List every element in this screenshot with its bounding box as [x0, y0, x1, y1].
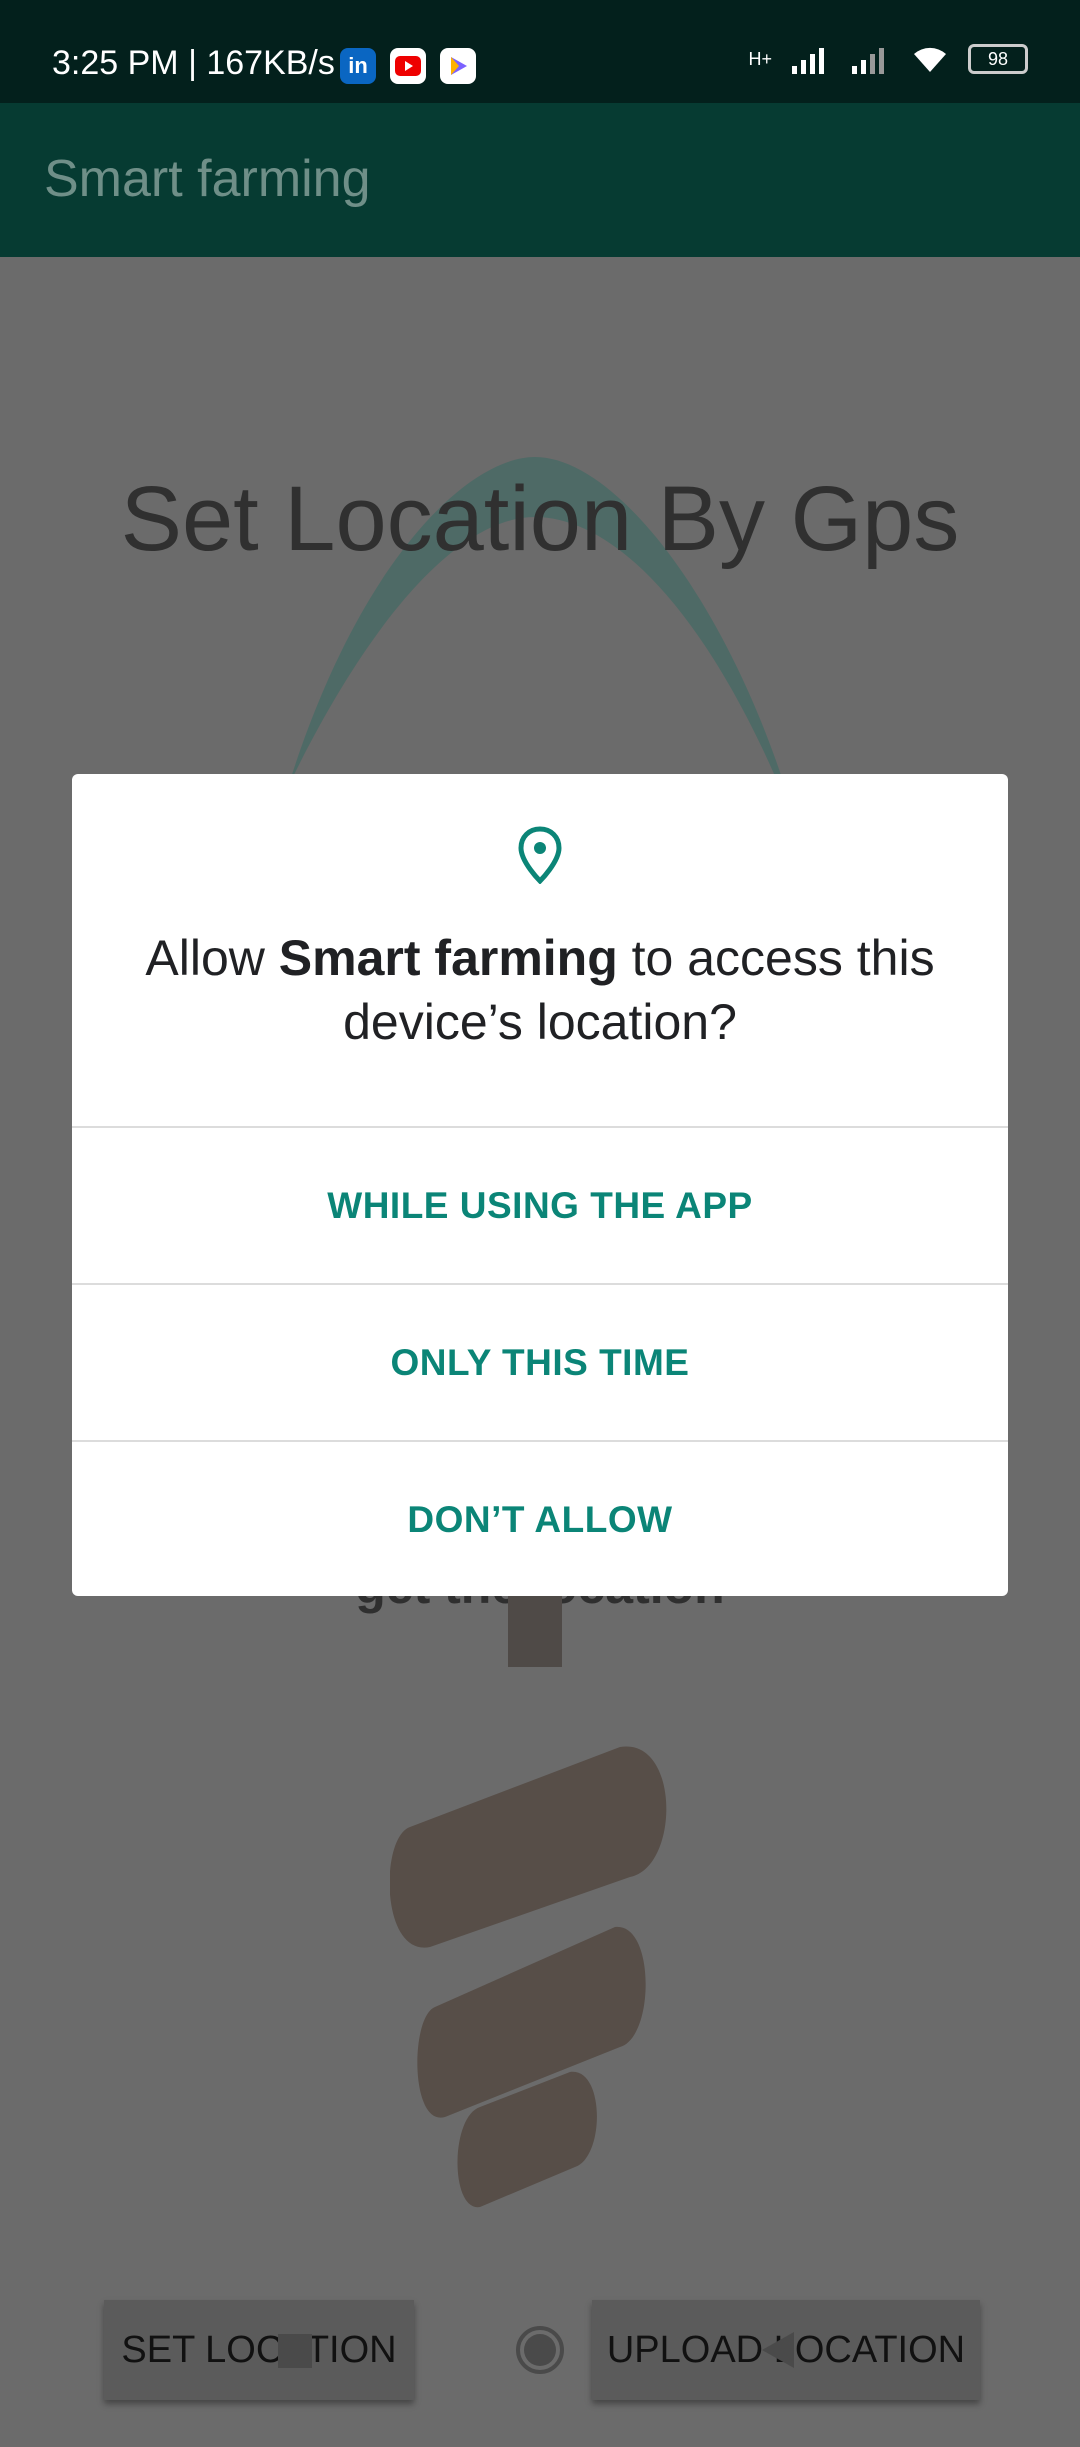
recents-button[interactable] — [278, 2334, 312, 2368]
status-time-speed: 3:25 PM | 167KB/s — [52, 44, 335, 82]
location-pin-icon — [518, 826, 562, 884]
back-button[interactable] — [762, 2332, 794, 2368]
battery-icon: 98 — [968, 44, 1028, 74]
status-bar: 3:25 PM | 167KB/s in H+ 98 — [0, 0, 1080, 103]
play-games-icon — [440, 48, 476, 84]
location-permission-dialog: Allow Smart farming to access this devic… — [72, 774, 1008, 1596]
dialog-title: Allow Smart farming to access this devic… — [112, 926, 968, 1054]
battery-level: 98 — [987, 48, 1009, 69]
wifi-icon — [914, 47, 946, 72]
while-using-app-button[interactable]: WHILE USING THE APP — [72, 1126, 1008, 1284]
signal-icon-2 — [852, 48, 884, 74]
home-button[interactable] — [516, 2326, 564, 2374]
dialog-title-app: Smart farming — [278, 930, 618, 986]
network-type-label: H+ — [748, 48, 772, 69]
linkedin-icon: in — [340, 48, 376, 84]
app-bar: Smart farming — [0, 103, 1080, 257]
dont-allow-button[interactable]: DON’T ALLOW — [72, 1440, 1008, 1596]
signal-icon — [792, 48, 824, 74]
notification-icons: in — [340, 48, 476, 84]
only-this-time-button[interactable]: ONLY THIS TIME — [72, 1283, 1008, 1441]
youtube-icon — [390, 48, 426, 84]
dialog-title-prefix: Allow — [145, 930, 279, 986]
page-heading: Set Location By Gps — [120, 468, 960, 570]
system-icons: H+ 98 — [748, 44, 1028, 74]
navigation-bar — [0, 2270, 1080, 2400]
app-title: Smart farming — [44, 150, 371, 208]
home-dot-icon — [524, 2334, 556, 2366]
